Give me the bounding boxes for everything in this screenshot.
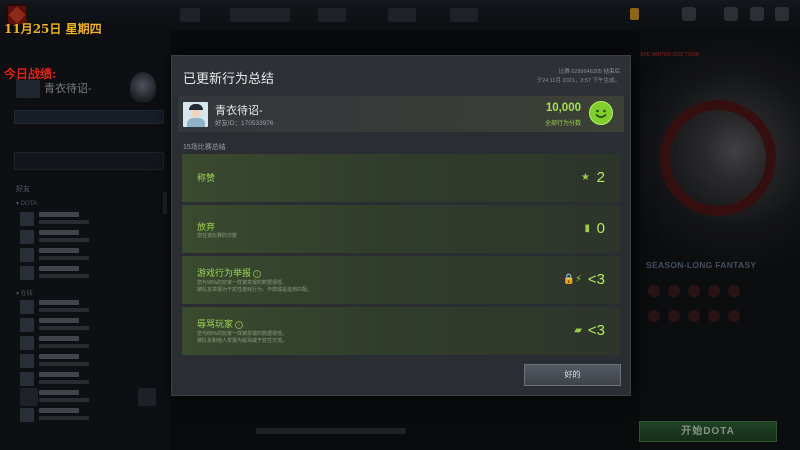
friends-search-input[interactable]	[14, 152, 164, 170]
chat-icon: ▰	[574, 325, 582, 336]
row-value: 0	[596, 220, 605, 237]
profile-name: 青衣待诏-	[44, 83, 92, 95]
row-title: 称赞	[197, 173, 216, 183]
lock-bolt-icon: 🔒⚡	[562, 274, 582, 285]
banner-ring	[660, 100, 776, 216]
hero-slot[interactable]	[648, 310, 660, 322]
nav-item[interactable]	[388, 8, 416, 22]
nav-item[interactable]	[230, 8, 290, 22]
scrollbar[interactable]	[163, 192, 167, 214]
hero-slot[interactable]	[688, 310, 700, 322]
row-value: <3	[587, 322, 605, 339]
today-record-overlay: 今日战绩:	[4, 67, 57, 81]
gameplay-report-row: 游戏行为举报 i 您与98%的玩家一样被举报的数据很低。 被队友举报为干扰性游戏行…	[182, 256, 620, 304]
hero-slot[interactable]	[708, 310, 720, 322]
row-value: <3	[587, 271, 605, 288]
row-desc: 您在该比赛的次数	[197, 233, 238, 239]
info-icon[interactable]: i	[253, 269, 262, 278]
list-item[interactable]	[20, 248, 160, 262]
avatar	[183, 102, 208, 127]
list-item[interactable]	[20, 336, 160, 350]
rank-medal-icon	[130, 72, 156, 102]
ok-button[interactable]: 好的	[524, 364, 621, 386]
settings-icon[interactable]	[750, 7, 764, 21]
behavior-score-value: 10,000	[545, 102, 581, 114]
star-icon: ★	[581, 172, 590, 183]
commend-row: 称赞 ★ 2	[182, 154, 620, 202]
nav-item[interactable]	[180, 8, 200, 22]
list-item[interactable]	[20, 212, 160, 226]
abandon-icon: ▮	[584, 223, 590, 234]
generated-date-text: 于24 11月 2021，3:57 下午生成。	[536, 78, 620, 84]
row-desc: 您与98%的玩家一样被举报的数据很低。	[197, 280, 288, 286]
player-name: 青衣待诏-	[215, 105, 263, 117]
list-item[interactable]	[20, 354, 160, 368]
event-banner-label: SPE WINTER 2022 TOUR	[640, 52, 700, 58]
event-panel: SPE WINTER 2022 TOUR SEASON-LONG FANTASY	[640, 30, 800, 450]
hero-slot[interactable]	[668, 285, 680, 297]
list-item[interactable]	[20, 266, 160, 280]
row-desc: 被队友举报为干扰性游戏行为，作弊或是滥用匹配。	[197, 287, 313, 293]
settings-icon[interactable]	[138, 388, 156, 406]
dialog-header: 已更新行为总结 比赛 6289646305 结束后 于24 11月 2021，3…	[172, 56, 630, 96]
event-banner[interactable]: SPE WINTER 2022 TOUR	[640, 40, 800, 272]
section-label: 15场比赛总结	[183, 144, 226, 151]
row-desc: 被队友和他人举报为辱骂或干扰性交流。	[197, 338, 288, 344]
info-icon[interactable]: i	[235, 320, 244, 329]
list-item[interactable]	[20, 318, 160, 332]
behavior-summary-dialog: 已更新行为总结 比赛 6289646305 结束后 于24 11月 2021，3…	[171, 55, 631, 396]
menu-icon[interactable]	[775, 7, 789, 21]
list-item[interactable]	[20, 372, 160, 386]
smile-icon	[589, 101, 613, 125]
notification-icon[interactable]	[682, 7, 696, 21]
row-value: 2	[596, 169, 605, 186]
hero-slot[interactable]	[688, 285, 700, 297]
row-title: 辱骂玩家 i	[197, 317, 244, 330]
hero-slot[interactable]	[728, 310, 740, 322]
row-desc: 您与85%的玩家一样被举报的数据很低。	[197, 331, 288, 337]
match-id-text: 比赛 6289646305 结束后	[558, 69, 620, 75]
hero-slot[interactable]	[728, 285, 740, 297]
group-header[interactable]: ▾ DOTA	[16, 200, 37, 207]
list-item[interactable]	[20, 230, 160, 244]
shards-progress	[14, 110, 164, 124]
friend-id: 好友ID：170533976	[215, 120, 274, 127]
group-header[interactable]: ▾ 在线	[16, 288, 33, 297]
start-dota-button[interactable]: 开始DOTA	[639, 421, 777, 442]
chat-avatar[interactable]	[20, 388, 38, 406]
row-title-text: 游戏行为举报	[197, 268, 252, 278]
behavior-score-label: 全部行为分数	[544, 121, 581, 127]
top-navigation-bar	[0, 0, 800, 31]
friends-sidebar: 青衣待诏- 好友 ▾ DOTA ▾ 在线	[0, 30, 171, 450]
shards-icon	[630, 8, 639, 20]
row-title-text: 辱骂玩家	[197, 319, 234, 329]
list-item[interactable]	[20, 408, 160, 422]
player-summary: 青衣待诏- 好友ID：170533976 10,000 全部行为分数	[178, 96, 624, 132]
nav-item[interactable]	[318, 8, 346, 22]
friends-header: 好友	[16, 186, 30, 193]
dialog-title: 已更新行为总结	[183, 71, 275, 86]
hero-slot[interactable]	[648, 285, 660, 297]
friends-icon[interactable]	[724, 7, 738, 21]
list-item[interactable]	[20, 300, 160, 314]
status-text	[256, 428, 406, 434]
hero-slot[interactable]	[708, 285, 720, 297]
communication-report-row: 辱骂玩家 i 您与85%的玩家一样被举报的数据很低。 被队友和他人举报为辱骂或干扰…	[182, 307, 620, 355]
event-title: SEASON-LONG FANTASY	[646, 260, 757, 270]
hero-slot[interactable]	[668, 310, 680, 322]
row-title: 游戏行为举报 i	[197, 266, 262, 279]
date-overlay: 11月25日 星期四	[4, 22, 102, 36]
abandon-row: 放弃 您在该比赛的次数 ▮ 0	[182, 205, 620, 253]
nav-item[interactable]	[450, 8, 478, 22]
